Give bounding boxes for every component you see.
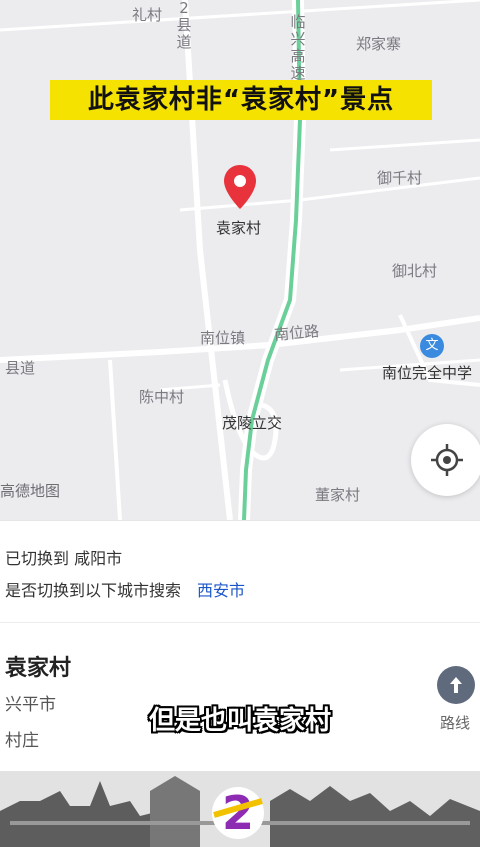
school-poi[interactable]: 文	[420, 334, 444, 358]
video-title-banner: 此袁家村非“袁家村”景点	[50, 80, 432, 120]
city-switch-notice: 已切换到 咸阳市 是否切换到以下城市搜索 西安市	[0, 520, 480, 627]
switched-city: 咸阳市	[74, 549, 123, 568]
route-arrow-icon	[450, 677, 462, 693]
map-pin-label: 袁家村	[216, 219, 262, 237]
map-label-nanweilu: 南位路	[273, 322, 320, 344]
crosshair-locate-icon	[431, 444, 463, 476]
map-label-yuqiancun: 御千村	[377, 169, 423, 187]
map-label-lizhuang: 礼村	[132, 6, 163, 24]
decorative-footer-strip: 2	[0, 771, 480, 847]
map-label-maolinglijiao: 茂陵立交	[222, 414, 283, 432]
location-pin-icon[interactable]	[222, 163, 258, 211]
map-label-nanweizhen: 南位镇	[200, 329, 246, 347]
building-silhouettes-illustration: 2	[0, 771, 480, 847]
poi-card[interactable]	[0, 623, 480, 771]
video-subtitle: 但是也叫袁家村	[148, 706, 331, 736]
map-view[interactable]: 礼村 2县道 临兴高速 郑家寨 御千村 御北村 南位镇 南位路 县道 陈中村 茂…	[0, 0, 480, 520]
locate-button[interactable]	[411, 424, 480, 496]
switch-city-link[interactable]: 西安市	[197, 581, 245, 600]
route-button[interactable]	[437, 666, 475, 704]
switch-ask-text: 是否切换到以下城市搜索	[5, 581, 182, 600]
school-icon: 文	[425, 338, 439, 353]
map-label-nanwei-school: 南位完全中学	[382, 364, 473, 382]
map-label-xiandao: 县道	[5, 359, 36, 377]
poi-name[interactable]: 袁家村	[5, 650, 71, 682]
map-label-county-road-vertical: 2县道	[176, 0, 192, 51]
switched-prefix: 已切换到	[5, 549, 70, 568]
map-label-yubeicun: 御北村	[392, 262, 438, 280]
map-label-chenzhongcun: 陈中村	[139, 388, 185, 406]
map-label-zhengjiazhai: 郑家寨	[356, 35, 402, 53]
map-label-dongjiacun: 董家村	[315, 486, 361, 504]
map-label-highway-vertical: 临兴高速	[290, 13, 306, 82]
map-watermark: 高德地图	[0, 482, 61, 500]
